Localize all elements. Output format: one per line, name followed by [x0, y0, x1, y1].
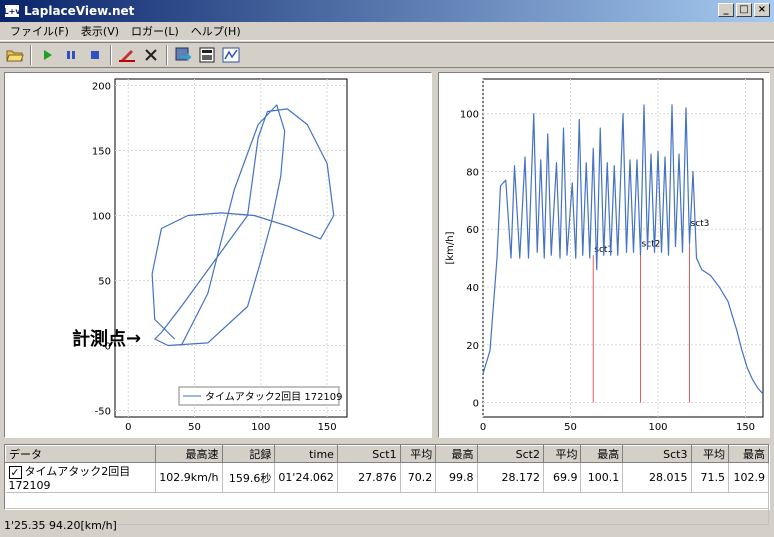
menu-help[interactable]: ヘルプ(H) [185, 23, 247, 39]
cell-sct3: 28.015 [622, 462, 692, 493]
title-bar: L+v LaplaceView.net _ □ × [0, 0, 774, 22]
sector-marker-label: sct3 [691, 219, 710, 229]
layout-icon[interactable] [196, 44, 218, 66]
table-row-empty [5, 492, 769, 509]
y-tick-label: 100 [460, 110, 479, 121]
cell-sct1: 27.876 [337, 462, 401, 493]
menu-file[interactable]: ファイル(F) [4, 23, 75, 39]
graph-icon[interactable] [220, 44, 242, 66]
col-sct3-max[interactable]: 最高 [728, 445, 769, 463]
col-sct1[interactable]: Sct1 [336, 445, 401, 463]
menu-view[interactable]: 表示(V) [75, 23, 125, 39]
gps-track-chart[interactable]: 0 50 100 150 -50 0 50 100 150 200 タイムアタック2回目 17210… [4, 72, 432, 438]
plot-area [114, 78, 348, 418]
col-record[interactable]: 記録 [221, 445, 276, 463]
annotation-label: 計測点 [72, 329, 126, 350]
window-title: LaplaceView.net [24, 4, 135, 18]
x-tick-label: 150 [318, 422, 337, 433]
cell-sct3-max: 102.9 [728, 462, 769, 493]
y-tick-label: 100 [92, 212, 111, 223]
col-top-speed[interactable]: 最高速 [155, 445, 223, 463]
delete-icon[interactable] [140, 44, 162, 66]
gps-track-plot: 0 50 100 150-50050100150200タイムアタック2回目 17210… [92, 78, 348, 433]
menu-logger[interactable]: ロガー(L) [125, 23, 185, 39]
cell-sct3-avg: 71.5 [691, 462, 730, 493]
col-sct2[interactable]: Sct2 [476, 445, 544, 463]
table-row[interactable]: ✓ タイムアタック2回目 172109 102.9km/h 159.6秒 01'2… [5, 462, 769, 493]
close-button[interactable]: × [754, 3, 770, 17]
play-icon[interactable] [36, 44, 58, 66]
stop-icon[interactable] [84, 44, 106, 66]
y-tick-label: -50 [95, 407, 111, 418]
minimize-button[interactable]: _ [718, 3, 734, 17]
x-tick-label: 0 [480, 422, 486, 433]
speed-plot: 0 50 100 150020406080100sct1sct2sct3[km/h] [445, 78, 764, 433]
x-tick-label: 100 [648, 422, 667, 433]
data-grid[interactable]: データ 最高速 記録 time Sct1 平均 最高 Sct2 平均 最高 Sc… [4, 444, 770, 525]
row-data-label: タイムアタック2回目 172109 [8, 465, 131, 492]
y-tick-label: 20 [466, 341, 479, 352]
cell-sct1-avg: 70.2 [400, 462, 437, 493]
maximize-button[interactable]: □ [736, 3, 752, 17]
y-tick-label: 60 [466, 225, 479, 236]
table-header-row: データ 最高速 記録 time Sct1 平均 最高 Sct2 平均 最高 Sc… [4, 445, 769, 463]
y-tick-label: 40 [466, 283, 479, 294]
col-sct3-avg[interactable]: 平均 [690, 445, 730, 463]
col-time[interactable]: time [274, 445, 338, 463]
folder-open-icon[interactable] [4, 44, 26, 66]
col-sct2-max[interactable]: 最高 [580, 445, 624, 463]
x-tick-label: 100 [251, 422, 270, 433]
y-tick-label: 80 [466, 167, 479, 178]
pause-icon[interactable] [60, 44, 82, 66]
col-sct1-max[interactable]: 最高 [435, 445, 478, 463]
toolbar-separator [110, 45, 112, 65]
col-data[interactable]: データ [4, 445, 157, 463]
status-text: 1'25.35 94.20[km/h] [4, 519, 117, 532]
measurement-point-annotation: 計測点 → [72, 325, 141, 351]
legend-entry: タイムアタック2回目 172109 [205, 391, 343, 403]
speed-chart[interactable]: 0 50 100 150 0 20 40 60 80 100 sct1 sct2 sct3 [km/h] [438, 72, 770, 438]
cell-time: 01'24.062 [274, 462, 338, 493]
x-tick-label: 50 [188, 422, 201, 433]
x-tick-label: 0 [125, 422, 131, 433]
annotation-arrow: → [126, 327, 142, 349]
col-sct3[interactable]: Sct3 [622, 445, 692, 463]
row-checkbox[interactable]: ✓ [8, 465, 22, 479]
status-bar: 1'25.35 94.20[km/h] [0, 514, 774, 537]
cell-sct2-avg: 69.9 [543, 462, 582, 493]
col-sct1-avg[interactable]: 平均 [399, 445, 437, 463]
toolbar-separator [30, 45, 32, 65]
y-tick-label: 50 [98, 277, 111, 288]
data-table: データ 最高速 記録 time Sct1 平均 最高 Sct2 平均 最高 Sc… [4, 445, 769, 525]
y-tick-label: 0 [473, 399, 479, 410]
x-tick-label: 150 [736, 422, 755, 433]
app-icon: L+v [4, 4, 21, 18]
y-tick-label: 200 [92, 82, 111, 93]
pen-icon[interactable] [116, 44, 138, 66]
menu-bar: ファイル(F) 表示(V) ロガー(L) ヘルプ(H) [0, 22, 774, 41]
row-data-cell: ✓ タイムアタック2回目 172109 [5, 462, 157, 493]
y-tick-label: 150 [92, 147, 111, 158]
cell-sct1-max: 99.8 [435, 462, 478, 493]
cell-top-speed: 102.9km/h [155, 462, 223, 493]
toolbar [0, 42, 774, 68]
toolbar-separator [166, 45, 168, 65]
cell-sct2: 28.172 [477, 462, 544, 493]
y-axis-label: [km/h] [445, 231, 456, 264]
sector-marker-label: sct2 [642, 239, 661, 249]
export-icon[interactable] [172, 44, 194, 66]
cell-record: 159.6秒 [222, 462, 276, 493]
x-tick-label: 50 [564, 422, 577, 433]
col-sct2-avg[interactable]: 平均 [542, 445, 582, 463]
cell-sct2-max: 100.1 [580, 462, 624, 493]
